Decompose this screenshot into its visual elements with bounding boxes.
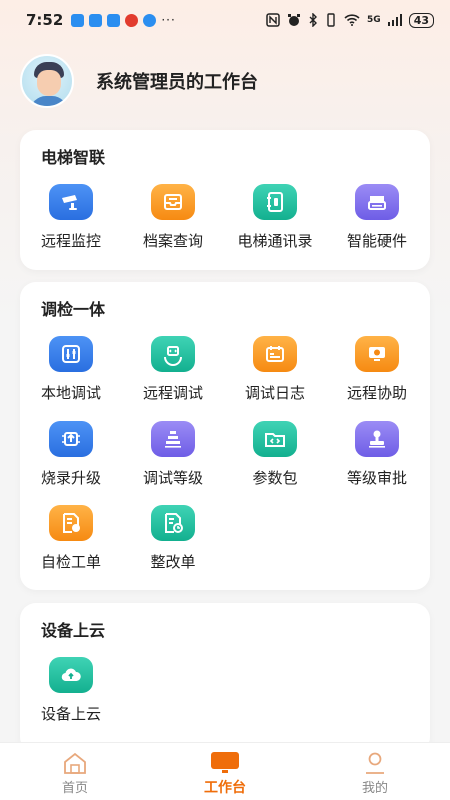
tab-label: 我的 bbox=[361, 781, 388, 796]
grid-item-label: 本地调试 bbox=[40, 384, 101, 402]
grid-item-label: 自检工单 bbox=[40, 553, 101, 571]
app-notification-icon bbox=[107, 13, 121, 27]
grid-item-local-debug[interactable]: 本地调试 bbox=[20, 336, 122, 403]
nfc-icon bbox=[266, 13, 280, 27]
tab-workbench[interactable]: 工作台 bbox=[150, 743, 300, 800]
stamp-icon bbox=[355, 421, 399, 457]
system-status-icons: 5G 43 bbox=[266, 12, 434, 28]
archive-tray-icon bbox=[151, 184, 195, 220]
sliders-icon bbox=[49, 336, 93, 372]
header: 系统管理员的工作台 bbox=[20, 54, 258, 108]
grid-item-label: 设备上云 bbox=[40, 705, 101, 723]
notification-icons: ··· bbox=[71, 13, 175, 27]
grid-item-label: 远程协助 bbox=[346, 384, 407, 402]
status-bar: 7:52 ··· 5G 43 bbox=[0, 0, 450, 40]
section-device-cloud: 设备上云 设备上云 bbox=[20, 603, 430, 753]
more-notifications-icon: ··· bbox=[161, 13, 176, 27]
workbench-icon bbox=[211, 752, 239, 773]
grid-item-label: 电梯通讯录 bbox=[237, 232, 313, 250]
grid-item-label: 远程调试 bbox=[142, 384, 203, 402]
message-notification-icon bbox=[71, 13, 85, 27]
grid-item-label: 调试等级 bbox=[142, 469, 203, 487]
section-title: 设备上云 bbox=[41, 621, 106, 640]
grid-item-smart-hardware[interactable]: 智能硬件 bbox=[326, 184, 428, 251]
grid-item-label: 档案查询 bbox=[142, 232, 203, 250]
address-book-icon bbox=[253, 184, 297, 220]
tab-profile[interactable]: 我的 bbox=[300, 743, 450, 800]
grid-item-level-approval[interactable]: 等级审批 bbox=[326, 421, 428, 488]
self-check-doc-icon bbox=[49, 505, 93, 541]
grid-item-label: 等级审批 bbox=[346, 469, 407, 487]
help-monitor-icon bbox=[355, 336, 399, 372]
app-notification-icon bbox=[143, 13, 157, 27]
log-calendar-icon bbox=[253, 336, 297, 372]
rectify-doc-icon bbox=[151, 505, 195, 541]
grid-item-remote-assist[interactable]: 远程协助 bbox=[326, 336, 428, 403]
tab-label: 首页 bbox=[61, 781, 88, 796]
grid-item-label: 整改单 bbox=[150, 553, 196, 571]
grid-item-remote-monitor[interactable]: 远程监控 bbox=[20, 184, 122, 251]
section-title: 调检一体 bbox=[41, 300, 106, 319]
app-notification-icon bbox=[89, 13, 103, 27]
grid-item-label: 参数包 bbox=[252, 469, 298, 487]
status-time: 7:52 bbox=[26, 11, 64, 29]
bluetooth-icon bbox=[309, 13, 318, 27]
camera-icon bbox=[49, 184, 93, 220]
page-title: 系统管理员的工作台 bbox=[96, 72, 258, 93]
grid-item-debug-log[interactable]: 调试日志 bbox=[224, 336, 326, 403]
grid-item-label: 智能硬件 bbox=[346, 232, 407, 250]
grid-item-flash-upgrade[interactable]: 烧录升级 bbox=[20, 421, 122, 488]
level-stack-icon bbox=[151, 421, 195, 457]
wifi-icon bbox=[344, 14, 360, 26]
section-elevator-connect: 电梯智联 远程监控 档案查询 电梯通讯录 智能硬件 bbox=[20, 130, 430, 270]
tab-home[interactable]: 首页 bbox=[0, 743, 150, 800]
grid-item-parameter-package[interactable]: 参数包 bbox=[224, 421, 326, 488]
weibo-notification-icon bbox=[125, 13, 139, 27]
vibrate-icon bbox=[327, 13, 335, 27]
battery-icon: 43 bbox=[408, 12, 434, 28]
grid-item-label: 烧录升级 bbox=[40, 469, 101, 487]
signal-icon bbox=[387, 14, 402, 26]
grid-item-rectification-order[interactable]: 整改单 bbox=[122, 505, 224, 572]
grid-item-self-check-order[interactable]: 自检工单 bbox=[20, 505, 122, 572]
grid-item-device-cloud[interactable]: 设备上云 bbox=[20, 657, 122, 724]
bottom-tab-bar: 首页 工作台 我的 bbox=[0, 742, 450, 800]
alarm-icon bbox=[288, 14, 301, 26]
code-folder-icon bbox=[253, 421, 297, 457]
home-icon bbox=[64, 752, 86, 774]
profile-icon bbox=[366, 752, 384, 774]
tab-label: 工作台 bbox=[204, 780, 246, 796]
avatar[interactable] bbox=[20, 54, 74, 108]
section-debug-inspect: 调检一体 本地调试 远程调试 调试日志 远程协助 烧录升级 调试等级 参数包 等… bbox=[20, 282, 430, 590]
grid-item-remote-debug[interactable]: 远程调试 bbox=[122, 336, 224, 403]
network-type: 5G bbox=[367, 15, 381, 25]
remote-sync-icon bbox=[151, 336, 195, 372]
grid-item-archive-query[interactable]: 档案查询 bbox=[122, 184, 224, 251]
cloud-upload-icon bbox=[49, 657, 93, 693]
hardware-box-icon bbox=[355, 184, 399, 220]
grid-item-label: 调试日志 bbox=[244, 384, 305, 402]
section-title: 电梯智联 bbox=[41, 148, 106, 167]
grid-item-label: 远程监控 bbox=[40, 232, 101, 250]
grid-item-elevator-directory[interactable]: 电梯通讯录 bbox=[224, 184, 326, 251]
chip-upgrade-icon bbox=[49, 421, 93, 457]
grid-item-debug-level[interactable]: 调试等级 bbox=[122, 421, 224, 488]
